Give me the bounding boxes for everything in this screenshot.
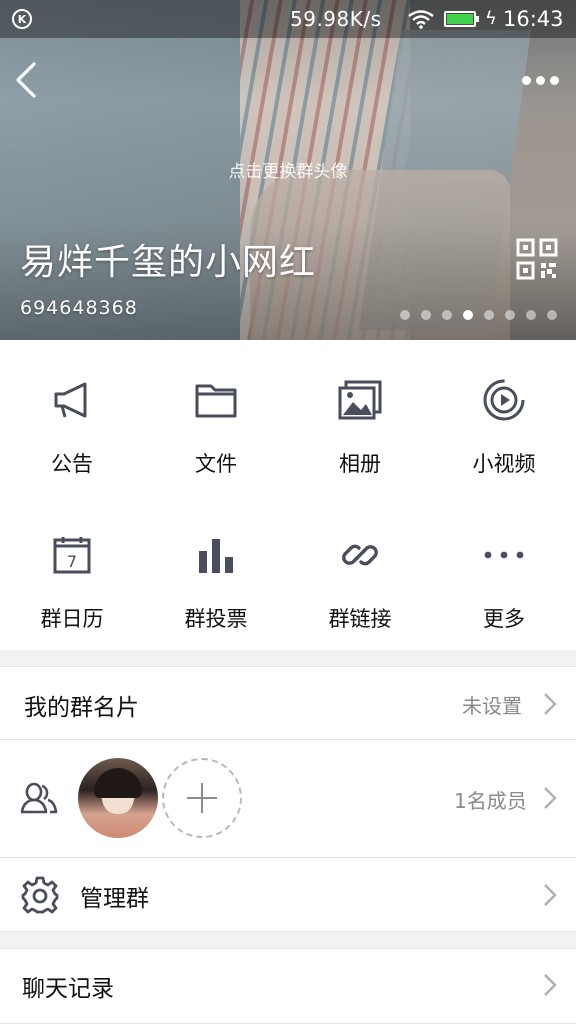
gear-icon	[21, 876, 59, 914]
my-group-card-row[interactable]: 我的群名片 未设置	[0, 666, 576, 740]
group-cover[interactable]: K 59.98K/s ϟ 16:43 点击更换群头像 易烊千玺的小网红 6946…	[0, 0, 576, 340]
feature-label: 群投票	[184, 607, 248, 631]
video-icon	[480, 376, 528, 424]
feature-more[interactable]: 更多	[432, 495, 576, 650]
chevron-right-icon	[544, 787, 557, 809]
page-dot	[400, 310, 410, 320]
cover-page-indicator	[400, 310, 557, 320]
feature-link[interactable]: 群链接	[288, 495, 432, 650]
charging-icon: ϟ	[485, 8, 497, 29]
chevron-right-icon	[544, 974, 557, 996]
my-group-card-value: 未设置	[462, 694, 522, 718]
wifi-icon	[408, 10, 434, 29]
page-dot	[547, 310, 557, 320]
add-member-button[interactable]	[162, 758, 242, 838]
chat-history-row[interactable]: 聊天记录	[0, 948, 576, 1024]
qr-code-icon[interactable]	[516, 238, 558, 280]
more-options-button[interactable]	[522, 68, 562, 92]
feature-calendar[interactable]: 7 群日历	[0, 495, 144, 650]
feature-grid: 公告 文件 相册 小视频 7 群日历 群投票 群链接 更多	[0, 340, 576, 650]
dot-icon	[550, 75, 559, 85]
page-dot	[505, 310, 515, 320]
member-count: 1名成员	[454, 789, 527, 813]
more-dots-icon	[480, 531, 528, 579]
back-icon[interactable]	[10, 58, 42, 102]
page-dot	[484, 310, 494, 320]
folder-icon	[192, 376, 240, 424]
feature-album[interactable]: 相册	[288, 340, 432, 495]
feature-announcement[interactable]: 公告	[0, 340, 144, 495]
feature-label: 更多	[483, 607, 525, 631]
feature-label: 群链接	[328, 607, 392, 631]
members-row[interactable]: 1名成员	[0, 740, 576, 858]
clock: 16:43	[503, 7, 564, 31]
manage-group-title: 管理群	[80, 886, 149, 912]
feature-vote[interactable]: 群投票	[144, 495, 288, 650]
k-circle-icon: K	[12, 9, 32, 29]
feature-label: 公告	[51, 452, 93, 476]
page-dot	[526, 310, 536, 320]
net-speed: 59.98K/s	[290, 7, 382, 31]
feature-label: 小视频	[472, 452, 536, 476]
section-gap	[0, 650, 576, 666]
calendar-icon: 7	[48, 531, 96, 579]
my-group-card-title: 我的群名片	[24, 695, 139, 721]
feature-short-video[interactable]: 小视频	[432, 340, 576, 495]
feature-label: 文件	[195, 452, 237, 476]
group-id: 694648368	[20, 297, 138, 319]
members-icon	[20, 782, 58, 814]
calendar-day: 7	[67, 552, 77, 571]
feature-label: 相册	[339, 452, 381, 476]
chevron-right-icon	[544, 693, 557, 715]
member-avatar[interactable]	[78, 758, 158, 838]
chat-history-title: 聊天记录	[22, 976, 114, 1002]
section-gap	[0, 932, 576, 948]
feature-label: 群日历	[40, 607, 104, 631]
link-icon	[336, 531, 384, 579]
page-dot	[442, 310, 452, 320]
feature-files[interactable]: 文件	[144, 340, 288, 495]
megaphone-icon	[48, 376, 96, 424]
group-name: 易烊千玺的小网红	[20, 242, 317, 283]
album-icon	[336, 376, 384, 424]
change-avatar-hint[interactable]: 点击更换群头像	[0, 157, 576, 182]
page-dot-active	[463, 310, 473, 320]
page-dot	[421, 310, 431, 320]
manage-group-row[interactable]: 管理群	[0, 858, 576, 932]
dot-icon	[536, 75, 545, 85]
bar-chart-icon	[192, 531, 240, 579]
status-bar: K 59.98K/s ϟ 16:43	[0, 0, 576, 38]
chevron-right-icon	[544, 884, 557, 906]
battery-icon	[444, 11, 479, 27]
dot-icon	[522, 75, 531, 85]
